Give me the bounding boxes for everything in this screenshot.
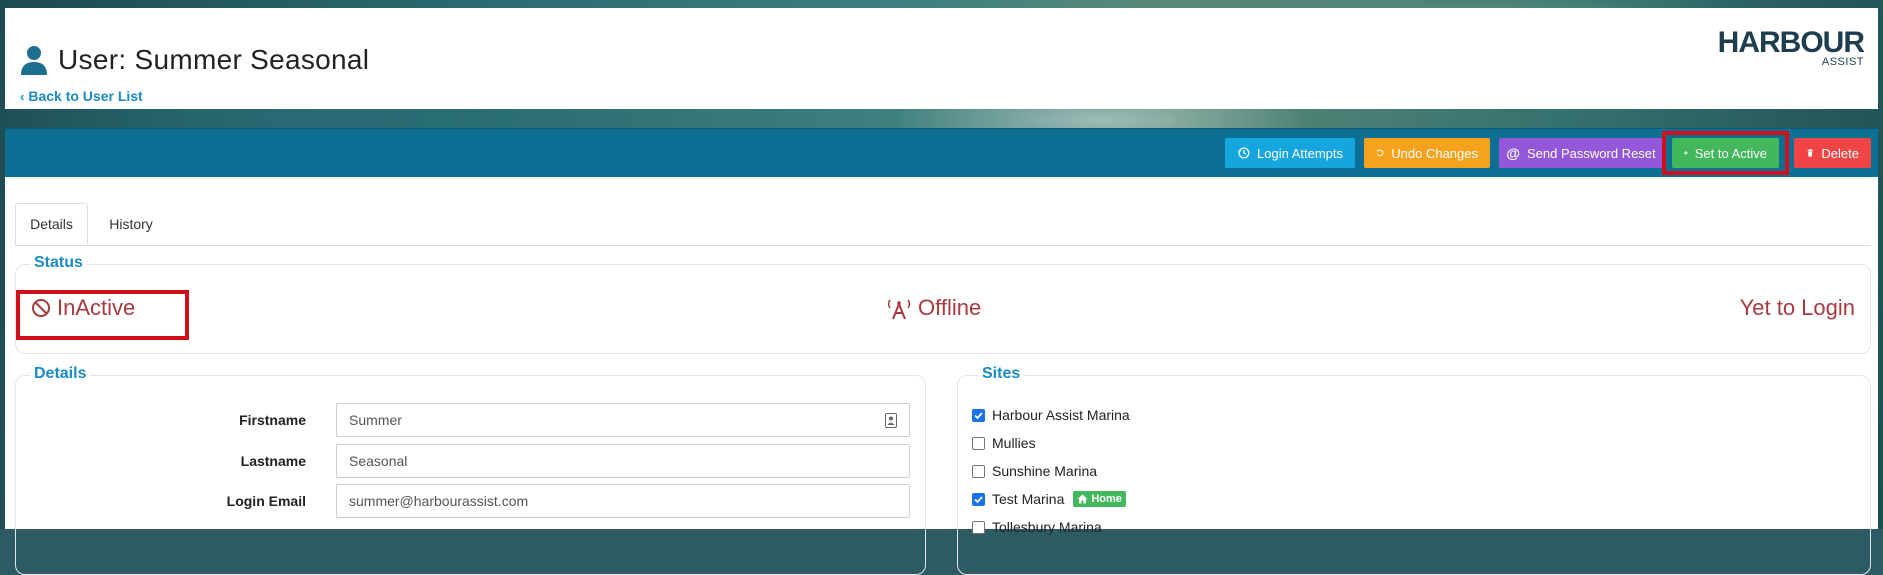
site-item[interactable]: Test Marina Home [972,491,1126,507]
back-link-label: Back to User List [28,88,143,104]
site-label: Mullies [992,435,1036,451]
site-label: Sunshine Marina [992,463,1098,479]
history-clock-icon [1237,147,1250,159]
broadcast-tower-icon [887,299,911,320]
undo-icon [1376,149,1384,157]
checkmark-icon [974,495,983,503]
site-item[interactable]: Mullies [972,435,1036,451]
sites-fieldset: Sites Harbour Assist Marina Mullies Suns… [957,365,1871,575]
set-to-active-label: Set to Active [1694,145,1767,161]
chevron-left-icon: ‹ [20,88,25,104]
send-password-reset-button[interactable]: @ Send Password Reset [1499,138,1663,168]
title-row: User: Summer Seasonal [20,44,369,76]
tab-history[interactable]: History [95,203,167,245]
page: User: Summer Seasonal ‹ Back to User Lis… [5,0,1878,575]
lastname-value: Seasonal [349,453,408,469]
harbour-assist-logo: HARBOUR ASSIST [1717,26,1865,69]
firstname-value: Summer [349,412,402,428]
home-badge: Home [1073,491,1126,507]
set-to-active-button[interactable]: Set to Active [1672,138,1779,168]
send-password-reset-label: Send Password Reset [1527,145,1656,161]
login-attempts-label: Login Attempts [1257,145,1343,161]
login-attempts-button[interactable]: Login Attempts [1225,138,1355,168]
checkmark-icon [974,411,983,419]
status-offline: Offline [886,295,981,321]
status-legend: Status [30,254,87,272]
site-label: Test Marina [992,491,1065,507]
details-legend: Details [30,365,91,383]
sites-legend: Sites [978,365,1025,383]
tab-bar: Details History [15,203,1871,246]
back-to-user-list-link[interactable]: ‹ Back to User List [20,88,143,104]
ban-icon [32,299,50,317]
site-item[interactable]: Sunshine Marina [972,463,1097,479]
user-icon [21,46,47,75]
at-sign-icon: @ [1506,145,1521,161]
site-item[interactable]: Tollesbury Marina [972,519,1102,535]
site-checkbox[interactable] [972,492,985,506]
delete-label: Delete [1821,145,1859,161]
site-checkbox[interactable] [972,464,985,478]
site-checkbox[interactable] [972,408,985,422]
delete-button[interactable]: Delete [1794,138,1871,168]
tab-details[interactable]: Details [15,203,88,245]
home-icon [1077,494,1088,504]
logo-main-text: HARBOUR [1717,26,1865,59]
login-email-value: summer@harbourassist.com [349,493,529,509]
status-inactive: InActive [31,295,135,321]
header-card: User: Summer Seasonal ‹ Back to User Lis… [5,8,1878,109]
site-label: Tollesbury Marina [992,519,1102,535]
lastname-row: Lastname Seasonal [16,444,927,478]
firstname-row: Firstname Summer [16,403,927,437]
trash-icon [1807,149,1813,157]
login-email-row: Login Email summer@harbourassist.com [16,484,927,518]
status-offline-label: Offline [918,295,982,320]
undo-changes-label: Undo Changes [1391,145,1478,161]
status-inactive-label: InActive [57,295,136,320]
status-login-state: Yet to Login [1740,295,1855,321]
undo-changes-button[interactable]: Undo Changes [1364,138,1490,168]
firstname-label: Firstname [239,412,306,428]
firstname-input[interactable]: Summer [336,403,910,437]
status-login-label: Yet to Login [1739,295,1855,320]
login-email-label: Login Email [226,493,306,509]
site-label: Harbour Assist Marina [992,407,1130,423]
status-fieldset: Status InActive Offline Yet to Login [15,254,1871,354]
lastname-label: Lastname [240,453,306,469]
home-badge-label: Home [1091,493,1122,505]
site-item[interactable]: Harbour Assist Marina [972,407,1130,423]
contact-card-icon [885,413,897,428]
action-toolbar: Login Attempts Undo Changes @ Send Passw… [5,128,1878,178]
site-checkbox[interactable] [972,436,985,450]
details-fieldset: Details Firstname Summer Lastname Season… [15,365,927,575]
content-panel: Details History Status InActive Offline … [5,177,1878,575]
check-circle-icon [1684,151,1688,155]
page-title: User: Summer Seasonal [58,44,370,75]
lastname-input[interactable]: Seasonal [336,444,910,478]
login-email-input[interactable]: summer@harbourassist.com [336,484,910,518]
site-checkbox[interactable] [972,520,985,534]
